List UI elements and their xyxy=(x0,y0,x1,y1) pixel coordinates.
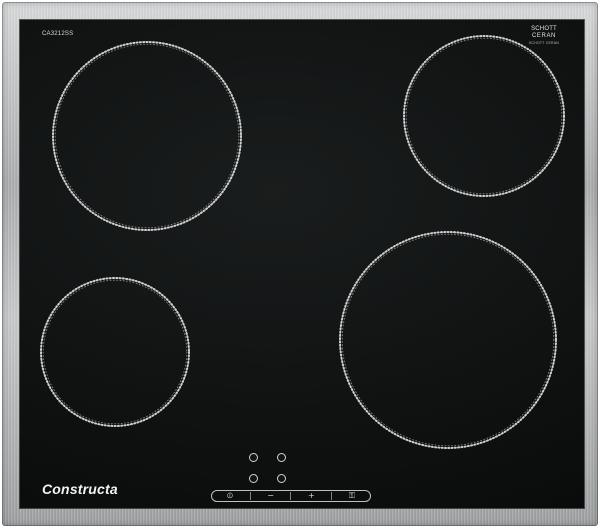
decrease-power-button[interactable]: − xyxy=(260,491,282,501)
zone-indicator-top-left xyxy=(249,453,258,462)
brand-logo-constructa: Constructa xyxy=(42,481,118,497)
zone-indicator-bottom-left xyxy=(249,474,258,483)
cooking-zones-graphics xyxy=(40,35,565,449)
touch-panel-separator xyxy=(331,492,333,500)
cooking-zone-top-left xyxy=(52,41,242,231)
power-button[interactable]: ⦶ xyxy=(219,491,241,501)
child-lock-key-icon: ⚿ xyxy=(348,491,356,500)
child-lock-button[interactable]: ⚿ xyxy=(341,491,363,501)
stainless-steel-frame: CA3212SS SCHOTT CERAN SCHOTT CERAN Const… xyxy=(2,2,598,526)
touch-control-panel[interactable]: ⦶ − + ⚿ xyxy=(211,490,371,502)
cooking-zone-bottom-right xyxy=(339,231,557,449)
touch-panel-separator xyxy=(290,492,292,500)
plus-icon: + xyxy=(307,491,315,500)
zone-indicator-bottom-right xyxy=(277,474,286,483)
increase-power-button[interactable]: + xyxy=(300,491,322,501)
touch-panel-separator xyxy=(249,492,251,500)
cooking-zone-top-right xyxy=(403,35,565,197)
zone-indicator-top-right xyxy=(277,453,286,462)
power-icon: ⦶ xyxy=(227,491,233,500)
minus-icon: − xyxy=(267,491,274,500)
ceramic-glass-cooktop: CA3212SS SCHOTT CERAN SCHOTT CERAN Const… xyxy=(20,20,584,508)
cooking-zone-bottom-left xyxy=(40,277,190,427)
